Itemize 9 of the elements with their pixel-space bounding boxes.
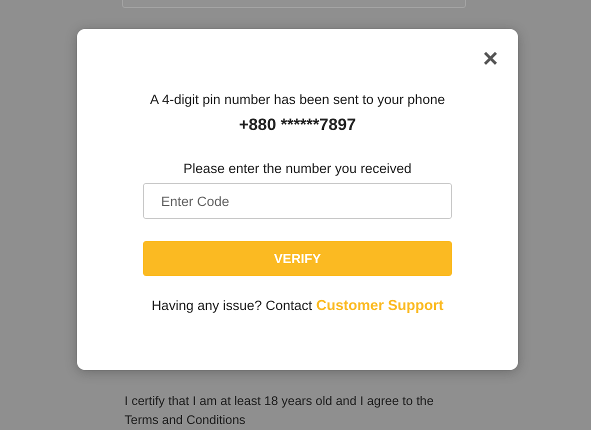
support-text: Having any issue? Contact bbox=[152, 298, 312, 313]
phone-number: +880 ******7897 bbox=[239, 116, 356, 135]
message-text: A 4-digit pin number has been sent to your phone bbox=[150, 92, 445, 107]
agreement-text: I certify that I am at least 18 years old and I agree to the Terms and Conditions bbox=[124, 393, 435, 429]
code-input[interactable]: Enter Code bbox=[143, 183, 452, 219]
customer-support-link[interactable]: Customer Support bbox=[316, 298, 444, 314]
prompt-text: Please enter the number you received bbox=[183, 161, 412, 176]
verify-button[interactable]: VERIFY bbox=[143, 241, 452, 276]
close-button[interactable]: × bbox=[482, 45, 498, 71]
